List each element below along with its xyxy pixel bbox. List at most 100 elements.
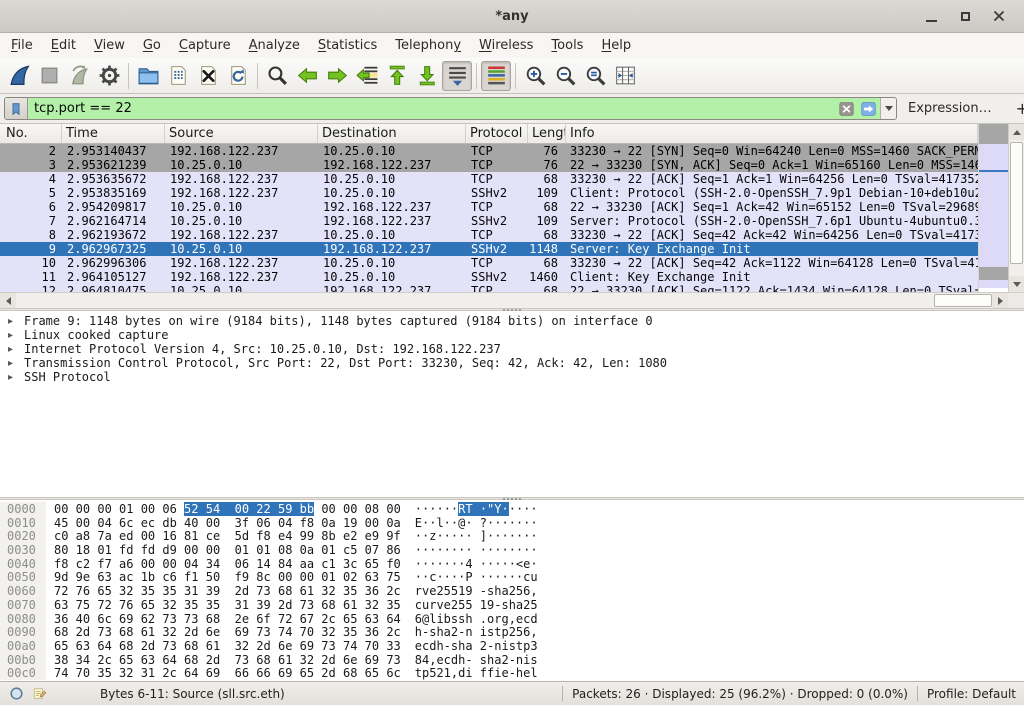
- vertical-scrollbar[interactable]: [1008, 124, 1024, 292]
- minimize-button[interactable]: [914, 4, 948, 28]
- open-file-button[interactable]: [133, 61, 163, 91]
- menu-analyze[interactable]: Analyze: [240, 35, 309, 56]
- vertical-scrollbar-thumb[interactable]: [1010, 142, 1023, 264]
- column-header-source[interactable]: Source: [165, 124, 318, 143]
- resize-columns-button[interactable]: [610, 61, 640, 91]
- stop-capture-button[interactable]: [34, 61, 64, 91]
- scroll-down-button[interactable]: [1009, 276, 1024, 292]
- find-packet-button[interactable]: [262, 61, 292, 91]
- expander-arrow-icon[interactable]: ▸: [8, 344, 24, 355]
- expander-arrow-icon[interactable]: ▸: [8, 358, 24, 369]
- filter-clear-button[interactable]: [836, 99, 856, 118]
- intelligent-scrollbar[interactable]: [978, 124, 1008, 292]
- save-file-button[interactable]: [163, 61, 193, 91]
- packet-row-7[interactable]: 72.96216471410.25.0.10192.168.122.237SSH…: [0, 214, 978, 228]
- scroll-left-button[interactable]: [0, 293, 16, 309]
- column-header-time[interactable]: Time: [62, 124, 165, 143]
- hex-row-0020[interactable]: 0020c0 a8 7a ed 00 16 81 ce 5d f8 e4 99 …: [0, 529, 1024, 543]
- menu-wireless[interactable]: Wireless: [470, 35, 542, 56]
- colorize-button[interactable]: [481, 61, 511, 91]
- hex-row-0010[interactable]: 001045 00 04 6c ec db 40 00 3f 06 04 f8 …: [0, 516, 1024, 530]
- go-first-packet-button[interactable]: [382, 61, 412, 91]
- expander-arrow-icon[interactable]: ▸: [8, 316, 24, 327]
- zoom-original-button[interactable]: [580, 61, 610, 91]
- expression-button[interactable]: Expression…: [908, 101, 992, 116]
- restart-capture-button[interactable]: [64, 61, 94, 91]
- detail-line-4[interactable]: ▸SSH Protocol: [0, 370, 1024, 384]
- packet-row-8[interactable]: 82.962193672192.168.122.23710.25.0.10TCP…: [0, 228, 978, 242]
- horizontal-scrollbar-track[interactable]: [16, 293, 992, 308]
- go-forward-button[interactable]: [322, 61, 352, 91]
- hex-row-0030[interactable]: 003080 18 01 fd fd d9 00 00 01 01 08 0a …: [0, 543, 1024, 557]
- detail-line-2[interactable]: ▸Internet Protocol Version 4, Src: 10.25…: [0, 342, 1024, 356]
- display-filter-input[interactable]: [28, 98, 836, 119]
- close-button[interactable]: [982, 4, 1016, 28]
- packet-row-5[interactable]: 52.953835169192.168.122.23710.25.0.10SSH…: [0, 186, 978, 200]
- packet-row-12[interactable]: 122.96481047510.25.0.10192.168.122.237TC…: [0, 284, 978, 292]
- expert-info-button[interactable]: [8, 685, 25, 702]
- column-header-info[interactable]: Info: [566, 124, 978, 143]
- detail-line-3[interactable]: ▸Transmission Control Protocol, Src Port…: [0, 356, 1024, 370]
- close-file-button[interactable]: [193, 61, 223, 91]
- hex-row-0040[interactable]: 0040f8 c2 f7 a6 00 00 04 34 06 14 84 aa …: [0, 557, 1024, 571]
- cell-time: 2.962164714: [62, 214, 165, 228]
- zoom-in-button[interactable]: [520, 61, 550, 91]
- packet-row-11[interactable]: 112.964105127192.168.122.23710.25.0.10SS…: [0, 270, 978, 284]
- add-filter-button[interactable]: +: [1010, 99, 1024, 118]
- filter-apply-button[interactable]: [858, 99, 878, 118]
- menu-view[interactable]: View: [85, 35, 134, 56]
- detail-line-0[interactable]: ▸Frame 9: 1148 bytes on wire (9184 bits)…: [0, 314, 1024, 328]
- hex-row-00b0[interactable]: 00b038 34 2c 65 63 64 68 2d 73 68 61 32 …: [0, 653, 1024, 667]
- chevron-down-icon: [885, 106, 893, 111]
- close-file-icon: [196, 63, 221, 88]
- expander-arrow-icon[interactable]: ▸: [8, 330, 24, 341]
- column-header-no[interactable]: No.: [0, 124, 62, 143]
- menu-go[interactable]: Go: [134, 35, 170, 56]
- vertical-scrollbar-track[interactable]: [1009, 140, 1024, 276]
- capture-options-button[interactable]: [94, 61, 124, 91]
- filter-history-dropdown[interactable]: [880, 98, 896, 119]
- detail-line-1[interactable]: ▸Linux cooked capture: [0, 328, 1024, 342]
- packet-row-10[interactable]: 102.962996306192.168.122.23710.25.0.10TC…: [0, 256, 978, 270]
- hex-row-00a0[interactable]: 00a065 63 64 68 2d 73 68 61 32 2d 6e 69 …: [0, 639, 1024, 653]
- packet-row-6[interactable]: 62.95420981710.25.0.10192.168.122.237TCP…: [0, 200, 978, 214]
- maximize-button[interactable]: [948, 4, 982, 28]
- horizontal-scrollbar[interactable]: [0, 293, 1008, 308]
- column-header-protocol[interactable]: Protocol: [466, 124, 528, 143]
- packet-row-9[interactable]: 92.96296732510.25.0.10192.168.122.237SSH…: [0, 242, 978, 256]
- go-to-packet-button[interactable]: [352, 61, 382, 91]
- packet-row-3[interactable]: 32.95362123910.25.0.10192.168.122.237TCP…: [0, 158, 978, 172]
- filter-bookmark-button[interactable]: [5, 98, 28, 119]
- go-last-packet-button[interactable]: [412, 61, 442, 91]
- hex-row-00c0[interactable]: 00c074 70 35 32 31 2c 64 69 66 66 69 65 …: [0, 666, 1024, 680]
- menu-edit[interactable]: Edit: [42, 35, 85, 56]
- zoom-out-button[interactable]: [550, 61, 580, 91]
- menu-file[interactable]: File: [2, 35, 42, 56]
- reload-file-button[interactable]: [223, 61, 253, 91]
- hex-row-0050[interactable]: 00509d 9e 63 ac 1b c6 f1 50 f9 8c 00 00 …: [0, 570, 1024, 584]
- packet-row-2[interactable]: 22.953140437192.168.122.23710.25.0.10TCP…: [0, 144, 978, 158]
- menu-statistics[interactable]: Statistics: [309, 35, 386, 56]
- auto-scroll-button[interactable]: [442, 61, 472, 91]
- hex-row-0000[interactable]: 000000 00 00 01 00 06 52 54 00 22 59 bb …: [0, 502, 1024, 516]
- status-profile[interactable]: Profile: Default: [927, 687, 1016, 701]
- hex-row-0060[interactable]: 006072 76 65 32 35 35 31 39 2d 73 68 61 …: [0, 584, 1024, 598]
- hex-bytes: 00 00 00 01 00 06 52 54 00 22 59 bb 00 0…: [54, 502, 401, 516]
- scroll-up-button[interactable]: [1009, 124, 1024, 140]
- menu-tools[interactable]: Tools: [542, 35, 592, 56]
- start-capture-button[interactable]: [4, 61, 34, 91]
- menu-telephony[interactable]: Telephony: [386, 35, 470, 56]
- expander-arrow-icon[interactable]: ▸: [8, 372, 24, 383]
- capture-comment-button[interactable]: [31, 685, 48, 702]
- hex-row-0080[interactable]: 008036 40 6c 69 62 73 73 68 2e 6f 72 67 …: [0, 612, 1024, 626]
- scroll-right-button[interactable]: [992, 293, 1008, 309]
- go-back-button[interactable]: [292, 61, 322, 91]
- menu-help[interactable]: Help: [592, 35, 640, 56]
- hex-row-0090[interactable]: 009068 2d 73 68 61 32 2d 6e 69 73 74 70 …: [0, 625, 1024, 639]
- horizontal-scrollbar-thumb[interactable]: [934, 294, 992, 307]
- column-header-destination[interactable]: Destination: [318, 124, 466, 143]
- menu-capture[interactable]: Capture: [170, 35, 240, 56]
- column-header-length[interactable]: Length: [528, 124, 566, 143]
- packet-row-4[interactable]: 42.953635672192.168.122.23710.25.0.10TCP…: [0, 172, 978, 186]
- hex-row-0070[interactable]: 007063 75 72 76 65 32 35 35 31 39 2d 73 …: [0, 598, 1024, 612]
